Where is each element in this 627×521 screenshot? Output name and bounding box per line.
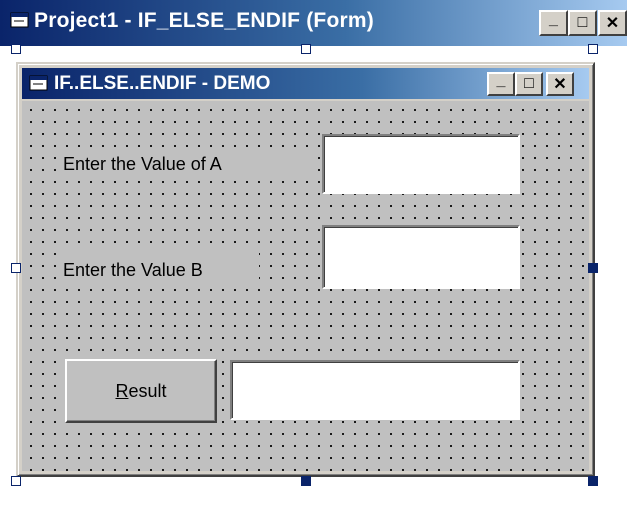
label-value-a: Enter the Value of A <box>59 147 311 181</box>
form-icon <box>10 12 29 28</box>
resize-handle-right[interactable] <box>588 263 598 273</box>
result-button[interactable]: Result <box>65 359 217 423</box>
resize-handle-bottom[interactable] <box>301 476 311 486</box>
maximize-icon: □ <box>524 75 534 92</box>
resize-handle-left[interactable] <box>11 263 21 273</box>
form-icon <box>29 75 48 91</box>
textbox-a[interactable] <box>322 134 520 194</box>
textbox-b[interactable] <box>322 225 520 289</box>
designer-title-bar[interactable]: Project1 - IF_ELSE_ENDIF (Form) <box>0 0 627 46</box>
maximize-icon: □ <box>577 14 588 31</box>
designer-title: Project1 - IF_ELSE_ENDIF (Form) <box>34 9 374 32</box>
form-maximize-button[interactable]: □ <box>515 72 543 96</box>
form-minimize-button[interactable]: _ <box>487 72 515 96</box>
resize-handle-top-right[interactable] <box>588 44 598 54</box>
form-title: IF..ELSE..ENDIF - DEMO <box>54 73 271 94</box>
minimize-button[interactable]: _ <box>539 10 568 36</box>
result-button-label: Result <box>115 380 167 401</box>
result-textbox[interactable] <box>230 360 520 420</box>
close-icon: ✕ <box>553 76 567 93</box>
label-value-b: Enter the Value B <box>59 253 259 287</box>
minimize-icon: _ <box>549 11 558 28</box>
minimize-icon: _ <box>496 72 506 89</box>
close-icon: ✕ <box>605 15 620 32</box>
resize-handle-top[interactable] <box>301 44 311 54</box>
resize-handle-top-left[interactable] <box>11 44 21 54</box>
resize-handle-bottom-left[interactable] <box>11 476 21 486</box>
form-close-button[interactable]: ✕ <box>546 72 574 96</box>
close-button[interactable]: ✕ <box>598 10 627 36</box>
maximize-button[interactable]: □ <box>568 10 597 36</box>
resize-handle-bottom-right[interactable] <box>588 476 598 486</box>
